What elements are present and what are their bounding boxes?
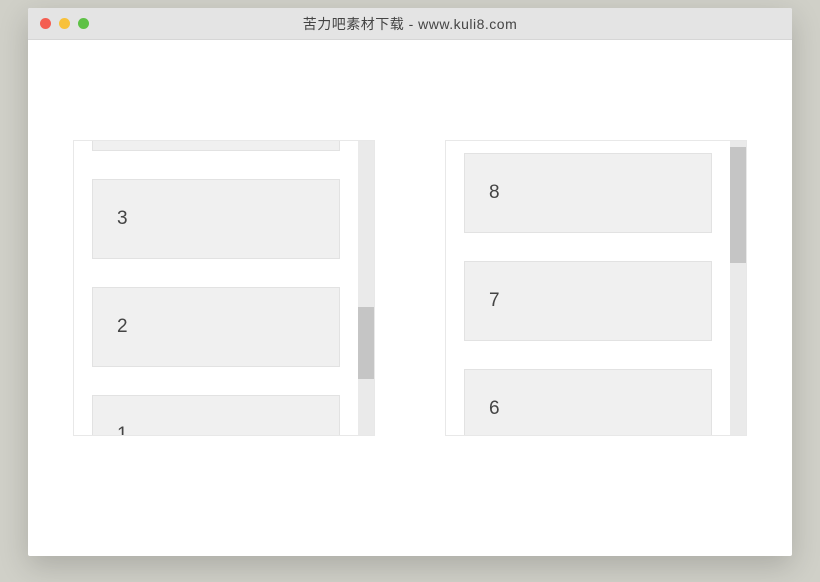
scrollbar-thumb[interactable] (358, 307, 374, 379)
item-label: 8 (489, 182, 500, 204)
list-item[interactable]: 2 (92, 287, 340, 367)
list-item[interactable]: 3 (92, 179, 340, 259)
scroll-panel-right[interactable]: 8 7 6 5 (445, 140, 747, 436)
list-item[interactable]: 6 (464, 369, 712, 436)
scrollbar-track[interactable] (358, 141, 374, 435)
window-title: 苦力吧素材下载 - www.kuli8.com (28, 14, 792, 34)
content-area: 3 2 1 8 7 6 (28, 40, 792, 556)
close-icon[interactable] (40, 18, 51, 29)
list-item[interactable] (92, 140, 340, 151)
maximize-icon[interactable] (78, 18, 89, 29)
scrollbar-thumb[interactable] (730, 147, 746, 263)
item-label: 7 (489, 290, 500, 312)
minimize-icon[interactable] (59, 18, 70, 29)
list-item[interactable]: 7 (464, 261, 712, 341)
list-item[interactable]: 8 (464, 153, 712, 233)
item-label: 3 (117, 208, 128, 230)
scroll-inner-left: 3 2 1 (74, 140, 374, 436)
traffic-lights (40, 18, 89, 29)
scroll-panel-left[interactable]: 3 2 1 (73, 140, 375, 436)
scroll-inner-right: 8 7 6 5 (446, 153, 746, 436)
item-label: 2 (117, 316, 128, 338)
item-label: 6 (489, 398, 500, 420)
list-item[interactable]: 1 (92, 395, 340, 436)
titlebar: 苦力吧素材下载 - www.kuli8.com (28, 8, 792, 40)
app-window: 苦力吧素材下载 - www.kuli8.com 3 2 1 (28, 8, 792, 556)
item-label: 1 (117, 424, 128, 436)
